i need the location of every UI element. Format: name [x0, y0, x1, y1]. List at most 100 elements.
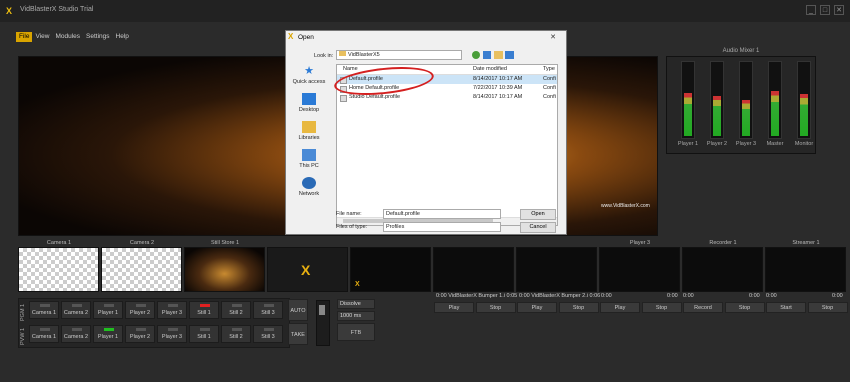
close-button[interactable]: ✕ — [834, 5, 844, 15]
tally-light — [264, 328, 274, 331]
duration-stepper[interactable]: 1000 ms — [337, 311, 375, 321]
dialog-close-button[interactable]: ✕ — [546, 33, 560, 42]
file-name-input[interactable]: Default.profile — [383, 209, 501, 219]
menu-modules[interactable]: Modules — [52, 32, 83, 42]
source-thumbnail[interactable]: X — [267, 247, 348, 292]
level-meter-fill — [713, 96, 721, 136]
transport-button[interactable]: Play — [517, 302, 557, 313]
look-in-select[interactable]: VidBlasterX5 — [336, 50, 462, 60]
pvw-bus: Camera 1 Camera 2 Player 1 Player 2 Player 3… — [29, 325, 289, 345]
desktop-icon — [302, 93, 316, 105]
source-thumbnail[interactable] — [101, 247, 182, 292]
bus-button-label: Still 2 — [229, 310, 243, 316]
transport-button[interactable]: Stop — [641, 302, 682, 313]
source-thumbnail[interactable] — [765, 247, 846, 292]
t-bar-slider[interactable] — [316, 300, 330, 346]
transport-button[interactable]: Stop — [558, 302, 599, 313]
transition-select[interactable]: Dissolve — [337, 299, 375, 309]
pgm-button[interactable]: Player 2 — [125, 301, 155, 319]
pvw-button[interactable]: Camera 2 — [61, 325, 91, 343]
pgm-button[interactable]: Camera 2 — [61, 301, 91, 319]
transport-button[interactable]: Stop — [475, 302, 516, 313]
maximize-button[interactable]: □ — [820, 5, 830, 15]
folder-icon — [339, 51, 346, 56]
source-thumbnail[interactable] — [433, 247, 514, 292]
level-meter — [797, 61, 811, 139]
menu-settings[interactable]: Settings — [83, 32, 113, 42]
source-thumbnail[interactable] — [516, 247, 597, 292]
transport-button[interactable]: Stop — [807, 302, 848, 313]
source-thumbnail[interactable] — [184, 247, 265, 292]
new-folder-icon[interactable] — [494, 51, 503, 59]
minimize-button[interactable]: _ — [806, 5, 816, 15]
player3-time-right: 0:00 — [667, 293, 678, 299]
transport-controls: Play Stop Play Stop Play Stop Record Stop Start S… — [434, 302, 848, 314]
level-meter-fill — [684, 92, 692, 136]
pgm-button[interactable]: Still 2 — [221, 301, 251, 319]
pvw-button[interactable]: Camera 1 — [29, 325, 59, 343]
source-thumbnail[interactable] — [599, 247, 680, 292]
pgm-bus: Camera 1 Camera 2 Player 1 Player 2 Player 3… — [29, 301, 289, 321]
place-desktop[interactable]: Desktop — [289, 93, 329, 113]
bus-button-label: Still 3 — [261, 334, 275, 340]
menu-view[interactable]: View — [32, 32, 52, 42]
dialog-title: Open — [298, 34, 314, 41]
streamer-time-left: 0:00 — [766, 293, 777, 299]
file-type-select[interactable]: Profiles — [383, 222, 501, 232]
source-thumbnail[interactable] — [682, 247, 763, 292]
cancel-button[interactable]: Cancel — [520, 222, 556, 233]
recorder-time-right: 0:00 — [749, 293, 760, 299]
column-type[interactable]: Type — [543, 65, 555, 74]
vidblasterx-logo-icon: X — [301, 262, 311, 278]
transport-button[interactable]: Record — [683, 302, 723, 313]
t-bar-handle[interactable] — [319, 305, 325, 315]
up-folder-icon[interactable] — [483, 51, 491, 59]
monitor-watermark: www.VidBlasterX.com — [601, 203, 650, 209]
source-thumbnail[interactable]: X — [350, 247, 431, 292]
source-strip: Camera 1 Camera 2 Still Store 1 X X Player 3 R… — [18, 240, 848, 294]
transport-button[interactable]: Play — [434, 302, 474, 313]
tally-light — [232, 304, 242, 307]
pvw-button[interactable]: Still 1 — [189, 325, 219, 343]
transport-button[interactable]: Play — [600, 302, 640, 313]
menu-file[interactable]: File — [16, 32, 33, 42]
pgm-button[interactable]: Still 3 — [253, 301, 283, 319]
bus-button-label: Camera 2 — [63, 334, 89, 340]
view-menu-icon[interactable] — [505, 51, 514, 59]
file-type: Confi — [543, 85, 556, 91]
place-this-pc[interactable]: This PC — [289, 149, 329, 169]
open-button[interactable]: Open — [520, 209, 556, 220]
pgm-bus-label: PGM 1 — [20, 303, 26, 321]
auto-button[interactable]: AUTO — [288, 299, 308, 321]
source-thumbnail[interactable] — [18, 247, 99, 292]
transport-button[interactable]: Stop — [724, 302, 765, 313]
take-button[interactable]: TAKE — [288, 323, 308, 345]
level-meter — [739, 61, 753, 139]
ftb-button[interactable]: FTB — [337, 323, 375, 341]
level-meter-fill — [742, 100, 750, 136]
pvw-button[interactable]: Player 2 — [125, 325, 155, 343]
place-libraries[interactable]: Libraries — [289, 121, 329, 141]
pvw-button[interactable]: Player 3 — [157, 325, 187, 343]
pgm-button[interactable]: Player 3 — [157, 301, 187, 319]
recorder-time-left: 0:00 — [683, 293, 694, 299]
file-type: Confi — [543, 94, 556, 100]
pgm-button[interactable]: Player 1 — [93, 301, 123, 319]
look-in-label: Look in: — [314, 53, 334, 59]
places-bar: ★ Quick access Desktop Libraries This PC… — [289, 65, 333, 197]
back-icon[interactable] — [472, 51, 480, 59]
menu-help[interactable]: Help — [113, 32, 132, 42]
pvw-button[interactable]: Still 2 — [221, 325, 251, 343]
place-network[interactable]: Network — [289, 177, 329, 197]
place-quick-access[interactable]: ★ Quick access — [289, 65, 329, 85]
transport-button[interactable]: Start — [766, 302, 806, 313]
pgm-button[interactable]: Camera 1 — [29, 301, 59, 319]
pvw-button[interactable]: Player 1 — [93, 325, 123, 343]
bus-button-label: Player 1 — [97, 334, 119, 340]
open-dialog: X Open ✕ Look in: VidBlasterX5 ★ Quick a… — [285, 30, 567, 235]
app-logo-icon: X — [6, 6, 13, 16]
pgm-button[interactable]: Still 1 — [189, 301, 219, 319]
column-date[interactable]: Date modified — [473, 65, 507, 74]
pvw-button[interactable]: Still 3 — [253, 325, 283, 343]
bus-button-label: Still 2 — [229, 334, 243, 340]
